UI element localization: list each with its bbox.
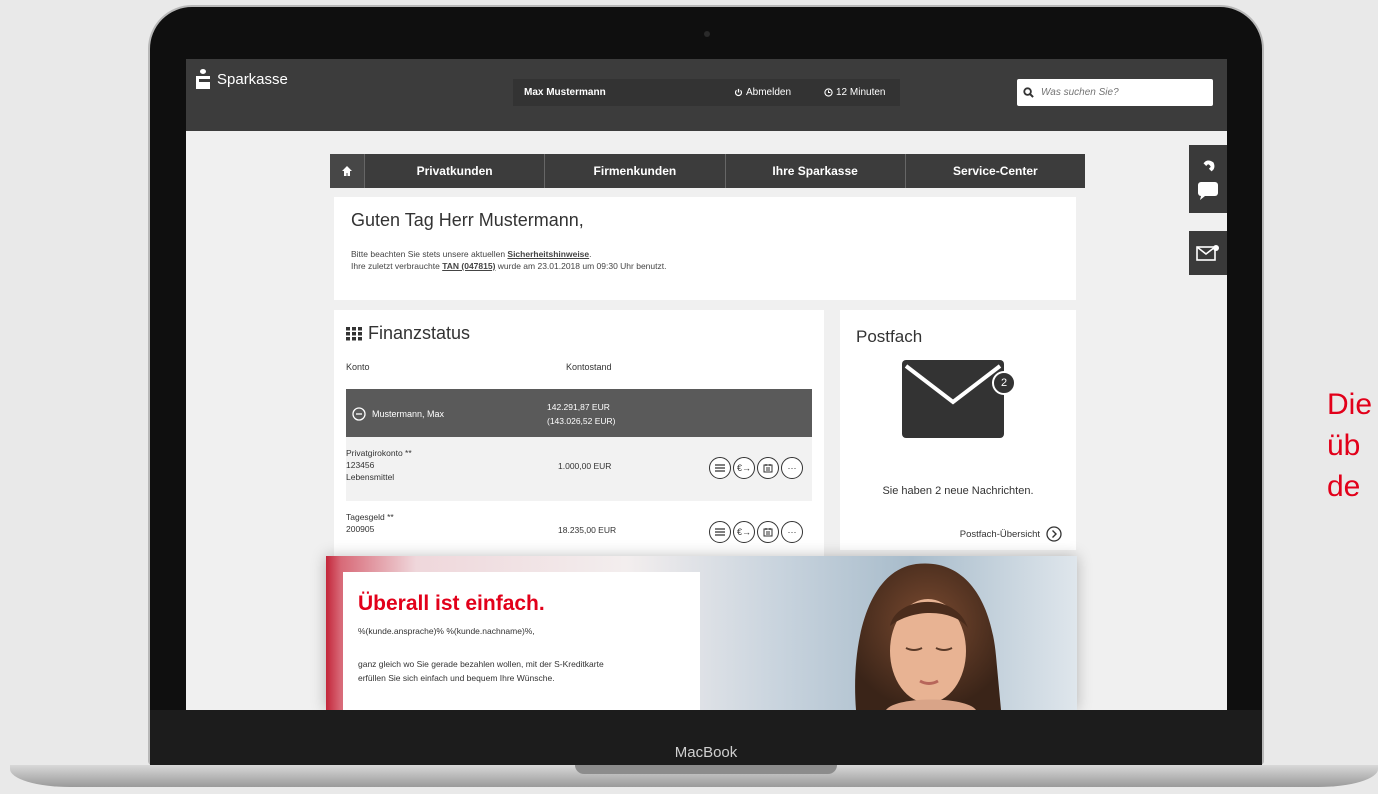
account-type: Privatgirokonto ** — [346, 448, 412, 458]
top-bar: Sparkasse Max Mustermann Abmelden 12 Min… — [186, 59, 1227, 131]
owner-balance-cell: 142.291,87 EUR (143.026,52 EUR) — [547, 400, 616, 428]
security-notice-end: . — [589, 249, 592, 259]
last-tan-date: wurde am 23.01.2018 um 09:30 Uhr benutzt… — [495, 261, 667, 271]
postfach-overview-label: Postfach-Übersicht — [959, 528, 1040, 540]
account-number: 123456 — [346, 460, 375, 470]
account-type: Tagesgeld ** — [346, 512, 394, 522]
search-input[interactable] — [1041, 87, 1191, 98]
last-tan-notice: Ihre zuletzt verbrauchte TAN (047815) wu… — [351, 260, 1059, 272]
phone-icon — [1203, 160, 1215, 172]
postfach-panel: Postfach 2 Sie haben 2 neue Nachrichten.… — [840, 310, 1076, 550]
account-number: 200905 — [346, 524, 375, 534]
caption-line: üb — [1327, 429, 1361, 462]
logout-label: Abmelden — [746, 87, 792, 98]
security-notice-text: Bitte beachten Sie stets unsere aktuelle… — [351, 249, 508, 259]
transactions-list-icon[interactable] — [709, 521, 731, 543]
greeting-panel: Guten Tag Herr Mustermann, Bitte beachte… — [334, 197, 1076, 300]
woman-photo — [855, 563, 1001, 710]
calendar-icon[interactable] — [757, 521, 779, 543]
session-timer-label: 12 Minuten — [836, 87, 886, 98]
caption-line: Die — [1327, 388, 1373, 421]
last-tan-link[interactable]: TAN (047815) — [442, 261, 495, 271]
finanzstatus-heading: Finanzstatus — [346, 323, 812, 344]
nav-firmenkunden[interactable]: Firmenkunden — [545, 154, 726, 188]
last-tan-text: Ihre zuletzt verbrauchte — [351, 261, 443, 271]
user-bar: Max Mustermann Abmelden 12 Minuten — [513, 79, 900, 106]
account-balance: 18.235,00 EUR — [558, 525, 617, 535]
brand[interactable]: Sparkasse — [196, 69, 288, 89]
security-hints-link[interactable]: Sicherheitshinweise — [507, 249, 589, 259]
account-balance: 1.000,00 EUR — [558, 461, 612, 471]
account-note: Lebensmittel — [346, 472, 395, 482]
col-kontostand: Kontostand — [566, 362, 612, 372]
owner-balance: 142.291,87 EUR — [547, 402, 610, 412]
owner-name: Mustermann, Max — [372, 409, 445, 419]
logout-button[interactable]: Abmelden — [734, 87, 791, 98]
postfach-overview-link[interactable]: Postfach-Übersicht — [960, 526, 1062, 542]
nav-service-center[interactable]: Service-Center — [906, 154, 1085, 188]
finanzstatus-title: Finanzstatus — [368, 323, 471, 343]
user-name: Max Mustermann — [524, 87, 606, 98]
promo-body-line: erfüllen Sie sich einfach und bequem Ihr… — [358, 673, 555, 683]
search-icon[interactable] — [1023, 87, 1034, 98]
nav-home[interactable] — [330, 154, 365, 188]
clock-icon — [824, 88, 833, 97]
transfer-euro-icon[interactable]: €→ — [733, 457, 755, 479]
envelope-icon[interactable] — [902, 360, 1004, 438]
chevron-right-circle-icon — [1046, 526, 1062, 542]
screen: Sparkasse Max Mustermann Abmelden 12 Min… — [186, 59, 1227, 710]
search-box[interactable] — [1017, 79, 1213, 106]
collapse-icon[interactable] — [352, 407, 366, 421]
postfach-message: Sie haben 2 neue Nachrichten. — [882, 485, 1034, 497]
account-actions: €→ ··· — [709, 521, 803, 543]
promo-banner[interactable]: Überall ist einfach. %(kunde.ansprache)%… — [326, 556, 1077, 710]
greeting-title: Guten Tag Herr Mustermann, — [351, 210, 584, 230]
session-timer: 12 Minuten — [824, 87, 885, 98]
account-details: Privatgirokonto ** 123456 Lebensmittel — [346, 447, 412, 483]
device-label: MacBook — [674, 744, 738, 761]
more-icon[interactable]: ··· — [781, 457, 803, 479]
greeting-text: Bitte beachten Sie stets unsere aktuelle… — [351, 248, 1059, 272]
transfer-euro-icon[interactable]: €→ — [733, 521, 755, 543]
finanzstatus-header-row: Konto Kontostand — [346, 362, 812, 384]
security-notice: Bitte beachten Sie stets unsere aktuelle… — [351, 248, 1059, 260]
owner-balance-secondary: (143.026,52 EUR) — [547, 416, 616, 426]
nav-privatkunden[interactable]: Privatkunden — [365, 154, 546, 188]
caption-line: de — [1327, 470, 1361, 503]
promo-body-line: ganz gleich wo Sie gerade bezahlen wolle… — [358, 659, 604, 669]
account-details: Tagesgeld ** 200905 — [346, 511, 394, 535]
main-nav: Privatkunden Firmenkunden Ihre Sparkasse… — [330, 154, 1085, 188]
calendar-icon[interactable] — [757, 457, 779, 479]
col-konto: Konto — [346, 362, 370, 372]
mail-icon — [1196, 245, 1219, 261]
laptop-notch — [575, 765, 837, 774]
more-icon[interactable]: ··· — [781, 521, 803, 543]
contact-tabs — [1189, 145, 1227, 275]
account-actions: €→ ··· — [709, 457, 803, 479]
grid-icon — [346, 326, 362, 340]
postfach-title: Postfach — [856, 327, 923, 346]
contact-tab-mail[interactable] — [1189, 231, 1227, 275]
chat-icon — [1198, 182, 1218, 200]
promo-body: ganz gleich wo Sie gerade bezahlen wolle… — [358, 657, 685, 685]
nav-ihre-sparkasse[interactable]: Ihre Sparkasse — [726, 154, 906, 188]
transactions-list-icon[interactable] — [709, 457, 731, 479]
power-icon — [734, 88, 743, 97]
finanzstatus-panel: Finanzstatus Konto Kontostand Mustermann… — [334, 310, 824, 560]
laptop-chin: MacBook — [150, 710, 1262, 765]
side-caption: Die üb de — [1327, 384, 1372, 507]
camera-dot — [704, 31, 710, 37]
sparkasse-logo-icon — [196, 69, 210, 89]
home-icon — [342, 166, 352, 176]
brand-name: Sparkasse — [217, 70, 288, 88]
account-owner-row[interactable]: Mustermann, Max 142.291,87 EUR (143.026,… — [346, 389, 812, 437]
contact-tab-phone-chat[interactable] — [1189, 145, 1227, 213]
owner-name-cell: Mustermann, Max — [352, 407, 444, 421]
promo-title: Überall ist einfach. — [358, 592, 545, 615]
unread-count-badge: 2 — [992, 371, 1016, 395]
account-row[interactable]: Privatgirokonto ** 123456 Lebensmittel 1… — [346, 437, 812, 501]
promo-salutation: %(kunde.ansprache)% %(kunde.nachname)%, — [358, 626, 535, 636]
promo-card: Überall ist einfach. %(kunde.ansprache)%… — [343, 572, 700, 710]
